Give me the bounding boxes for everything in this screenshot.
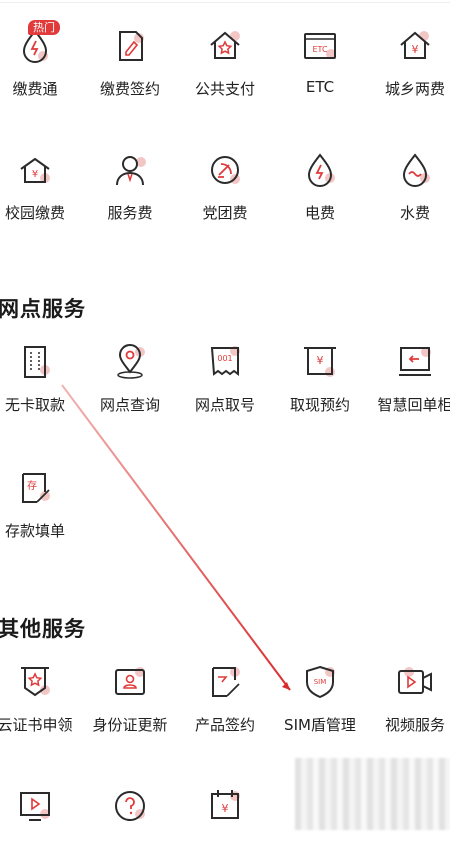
tile-play-video[interactable] — [0, 788, 80, 868]
svg-text:存: 存 — [27, 479, 37, 492]
tile-label: 身份证更新 — [92, 716, 168, 734]
tile-water[interactable]: 水费 — [370, 152, 450, 232]
tile-help[interactable] — [85, 788, 175, 868]
tile-pay-pass[interactable]: 热门 缴费通 — [0, 20, 80, 108]
tile-cash-reserve[interactable]: ¥ 取现预约 — [275, 344, 365, 424]
tile-public-pay[interactable]: 公共支付 — [180, 28, 270, 108]
tile-urban-rural[interactable]: ¥ 城乡两费 — [370, 28, 450, 108]
yuan-school-icon: ¥ — [17, 152, 53, 188]
tile-label: 缴费签约 — [99, 80, 160, 98]
tile-label: 取现预约 — [289, 396, 350, 414]
tile-label: 服务费 — [107, 204, 153, 222]
tile-sim-shield[interactable]: SIM SIM盾管理 — [275, 664, 365, 744]
tile-label: 存款填单 — [4, 522, 65, 540]
svg-text:ETC: ETC — [312, 45, 327, 54]
tile-label: 智慧回单柜 — [377, 396, 450, 414]
calendar-yuan-icon: ¥ — [207, 788, 243, 824]
party-emblem-icon — [207, 152, 243, 188]
star-house-icon — [207, 28, 243, 64]
queue-ticket-icon: 001 — [207, 344, 243, 380]
cardless-withdraw-icon — [17, 344, 53, 380]
tile-label: 产品签约 — [194, 716, 255, 734]
tile-etc[interactable]: ETC ETC — [275, 28, 365, 108]
tile-campus[interactable]: ¥ 校园缴费 — [0, 152, 80, 232]
section-title-branch: 网点服务 — [0, 297, 86, 321]
tile-video-service[interactable]: 视频服务 — [370, 664, 450, 744]
tile-label: 城乡两费 — [384, 80, 445, 98]
video-camera-icon — [397, 664, 433, 700]
tile-label: 视频服务 — [384, 716, 445, 734]
tile-product-sign[interactable]: 产品签约 — [180, 664, 270, 744]
sim-shield-icon: SIM — [302, 664, 338, 700]
tile-calendar-pay[interactable]: ¥ — [180, 788, 270, 868]
tile-label: SIM盾管理 — [284, 716, 356, 734]
tile-cloud-cert[interactable]: 云证书申领 — [0, 664, 80, 744]
etc-card-icon: ETC — [302, 28, 338, 64]
receipt-cabinet-icon — [397, 344, 433, 380]
product-sign-icon — [207, 664, 243, 700]
question-circle-icon — [112, 788, 148, 824]
tile-service-fee[interactable]: 服务费 — [85, 152, 175, 232]
water-drop-icon — [397, 152, 433, 188]
location-pin-icon — [112, 344, 148, 380]
tile-id-update[interactable]: 身份证更新 — [85, 664, 175, 744]
yuan-house-icon: ¥ — [397, 28, 433, 64]
tile-party-fee[interactable]: 党团费 — [180, 152, 270, 232]
svg-text:001: 001 — [217, 354, 232, 363]
deposit-form-icon: 存 — [17, 470, 53, 506]
tile-pay-sign[interactable]: 缴费签约 — [85, 28, 175, 108]
tile-deposit-form[interactable]: 存 存款填单 — [0, 470, 80, 550]
electricity-drop-icon — [302, 152, 338, 188]
id-card-icon — [112, 664, 148, 700]
service-person-icon — [112, 152, 148, 188]
svg-text:¥: ¥ — [412, 43, 419, 56]
hot-badge: 热门 — [28, 20, 60, 35]
section-title-other: 其他服务 — [0, 617, 86, 641]
svg-text:SIM: SIM — [314, 678, 327, 686]
tile-cardless-withdraw[interactable]: 无卡取款 — [0, 344, 80, 424]
tile-branch-ticket[interactable]: 001 网点取号 — [180, 344, 270, 424]
tile-label: 网点取号 — [194, 396, 255, 414]
svg-text:¥: ¥ — [222, 802, 229, 815]
cloud-certificate-icon — [17, 664, 53, 700]
tile-branch-query[interactable]: 网点查询 — [85, 344, 175, 424]
svg-text:¥: ¥ — [317, 354, 324, 367]
top-divider — [0, 2, 450, 3]
tile-label: 水费 — [399, 204, 430, 222]
tile-label: ETC — [305, 78, 335, 96]
tile-electricity[interactable]: 电费 — [275, 152, 365, 232]
tile-label: 党团费 — [202, 204, 248, 222]
play-video-icon — [17, 788, 53, 824]
cash-reserve-icon: ¥ — [302, 344, 338, 380]
svg-text:¥: ¥ — [32, 169, 38, 180]
tile-receipt-cabinet[interactable]: 智慧回单柜 — [370, 344, 450, 424]
tile-label: 公共支付 — [194, 80, 255, 98]
pen-document-icon — [112, 28, 148, 64]
tile-label: 网点查询 — [99, 396, 160, 414]
blurred-overlay — [295, 758, 450, 830]
tile-label: 电费 — [304, 204, 335, 222]
